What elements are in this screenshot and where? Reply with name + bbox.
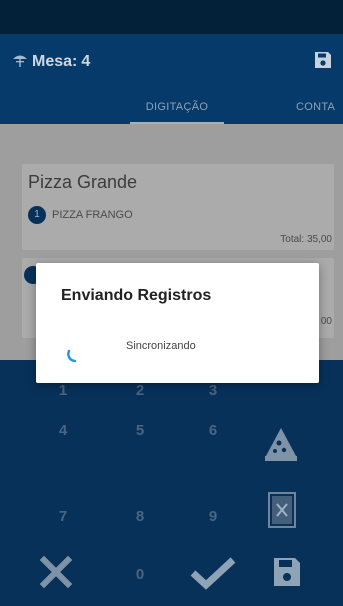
dialog-message: Sincronizando <box>126 340 196 352</box>
sync-dialog: Enviando Registros Sincronizando <box>36 263 319 383</box>
spinner-icon <box>66 345 84 363</box>
dialog-title: Enviando Registros <box>61 287 212 304</box>
